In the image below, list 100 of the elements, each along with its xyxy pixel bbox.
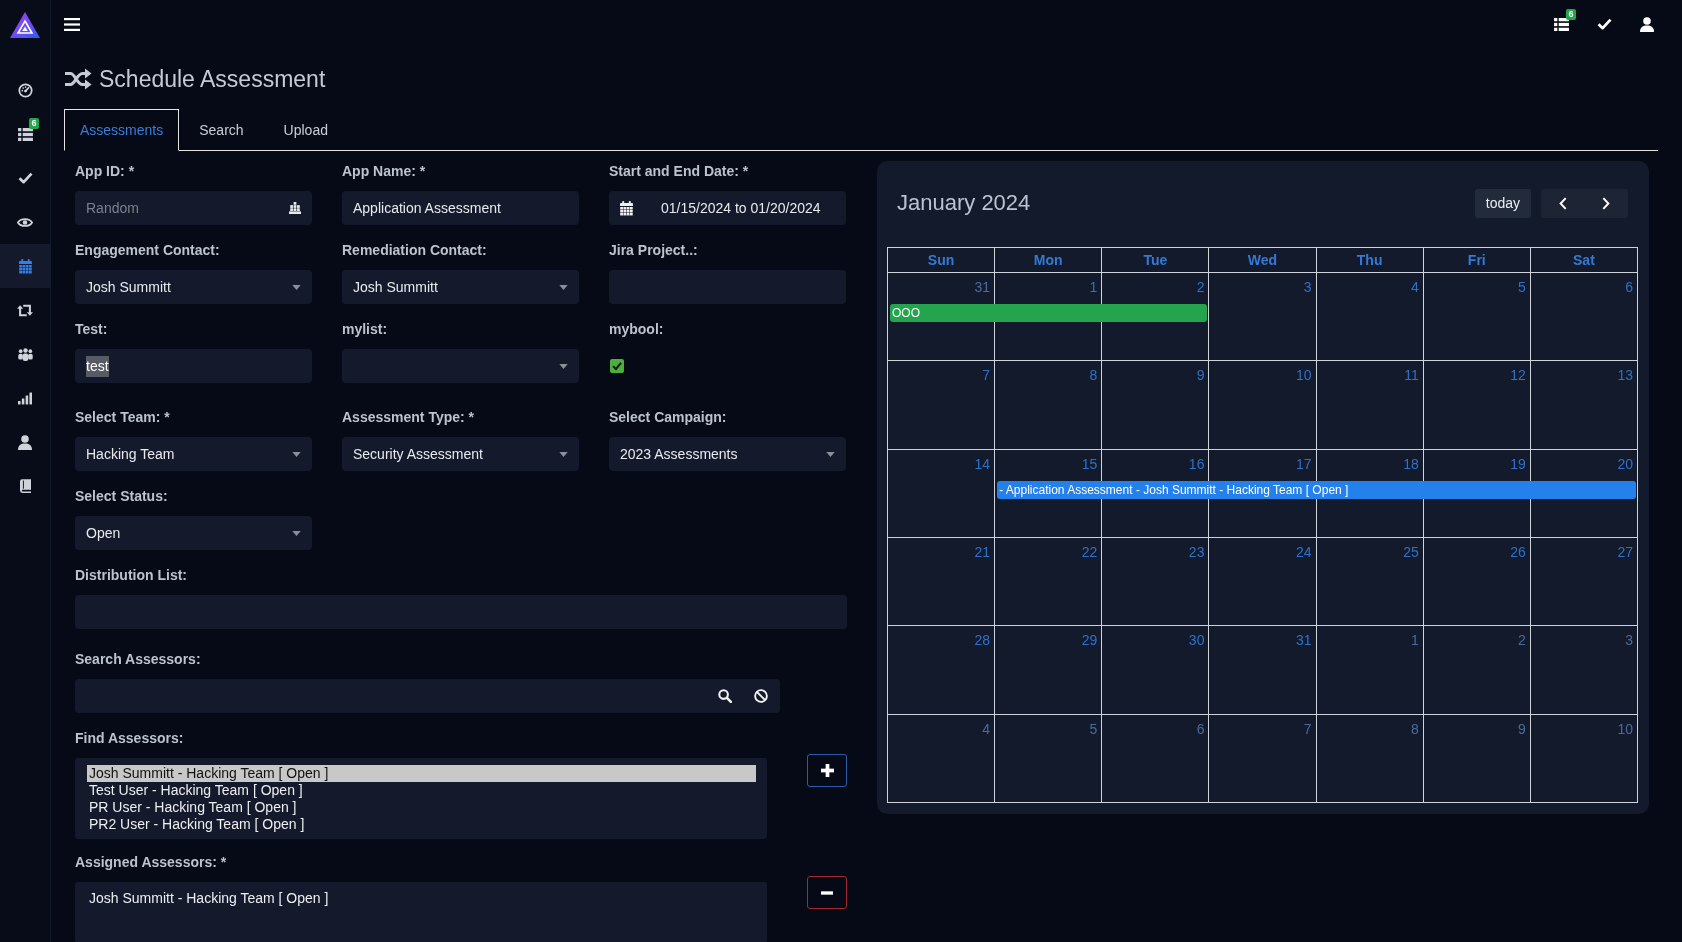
day-number[interactable]: 29 <box>1081 632 1098 649</box>
day-number[interactable]: 12 <box>1510 367 1526 384</box>
day-number[interactable]: 5 <box>1518 279 1526 295</box>
field-label: mybool: <box>609 320 665 339</box>
calendar-icon <box>620 200 633 216</box>
day-number[interactable]: 31 <box>974 279 991 295</box>
blocks-icon[interactable] <box>289 202 301 214</box>
day-number[interactable]: 3 <box>1303 279 1312 295</box>
day-number[interactable]: 19 <box>1510 455 1526 472</box>
notification-count: 6 <box>1566 8 1576 20</box>
day-number[interactable]: 6 <box>1196 720 1205 737</box>
list-option[interactable]: Josh Summitt - Hacking Team [ Open ] <box>87 890 757 907</box>
day-number[interactable]: 17 <box>1296 455 1312 472</box>
list-option[interactable]: Josh Summitt - Hacking Team [ Open ] <box>87 765 757 782</box>
input-field[interactable]: test <box>75 349 312 383</box>
day-number[interactable]: 16 <box>1188 455 1205 472</box>
calendar-event[interactable]: - Application Assessment - Josh Summitt - Hacking Team [ Open ] <box>997 480 1636 499</box>
day-number[interactable]: 23 <box>1188 544 1205 560</box>
triangle-logo[interactable] <box>10 12 40 38</box>
user-icon[interactable] <box>1640 16 1654 32</box>
field-label: Engagement Contact: <box>75 241 221 260</box>
date-range-field[interactable]: 01/15/2024 to 01/20/2024 <box>609 191 846 225</box>
field-label: Assessment Type: * <box>342 408 475 427</box>
input-field[interactable]: Application Assessment <box>342 191 579 225</box>
ban-icon[interactable] <box>754 689 768 703</box>
field-label: Assigned Assessors: * <box>75 853 228 872</box>
day-number[interactable]: 18 <box>1403 455 1419 472</box>
day-number[interactable]: 30 <box>1188 632 1205 649</box>
day-number[interactable]: 28 <box>974 632 991 649</box>
select-field[interactable]: 2023 Assessments <box>609 437 846 471</box>
day-number[interactable]: 14 <box>974 455 991 472</box>
weekday-label: Sat <box>1573 252 1595 268</box>
assessor-list[interactable]: Josh Summitt - Hacking Team [ Open ] <box>75 882 768 942</box>
select-field[interactable]: Security Assessment <box>342 437 579 471</box>
day-number[interactable]: 22 <box>1081 544 1098 560</box>
day-number[interactable]: 7 <box>982 367 991 384</box>
tab[interactable]: Assessments <box>64 109 180 151</box>
input-field[interactable]: Random <box>75 191 312 225</box>
checkbox[interactable] <box>610 359 624 373</box>
field-label: App ID: * <box>75 162 136 181</box>
tab[interactable]: Upload <box>263 109 348 151</box>
day-number[interactable]: 10 <box>1617 720 1633 737</box>
day-number[interactable]: 8 <box>1089 367 1098 384</box>
add-button[interactable] <box>807 754 847 787</box>
day-number[interactable]: 6 <box>1625 279 1633 295</box>
search-icon[interactable] <box>718 689 732 703</box>
caret-icon <box>559 363 568 369</box>
field-label: Find Assessors: <box>75 729 185 748</box>
list-option[interactable]: PR User - Hacking Team [ Open ] <box>87 799 757 816</box>
day-number[interactable]: 10 <box>1296 367 1312 384</box>
list-icon[interactable] <box>1554 17 1569 31</box>
day-number[interactable]: 2 <box>1196 279 1205 295</box>
tab[interactable]: Search <box>179 109 264 151</box>
check-icon[interactable] <box>1597 18 1612 30</box>
day-number[interactable]: 7 <box>1303 720 1312 737</box>
caret-icon <box>559 284 568 290</box>
select-field[interactable] <box>342 349 579 383</box>
day-number[interactable]: 26 <box>1510 544 1526 560</box>
day-number[interactable]: 31 <box>1296 632 1312 649</box>
select-field[interactable]: Josh Summitt <box>75 270 312 304</box>
day-number[interactable]: 15 <box>1081 455 1098 472</box>
day-number[interactable]: 21 <box>974 544 991 560</box>
day-number[interactable]: 1 <box>1410 632 1419 649</box>
day-number[interactable]: 5 <box>1089 720 1098 737</box>
list-option[interactable]: Test User - Hacking Team [ Open ] <box>87 782 757 799</box>
caret-icon <box>292 530 301 536</box>
remove-button[interactable] <box>807 876 847 909</box>
day-number[interactable]: 1 <box>1089 279 1098 295</box>
sidebar-item[interactable]: 6 <box>0 112 50 156</box>
select-field[interactable]: Hacking Team <box>75 437 312 471</box>
day-number[interactable]: 9 <box>1518 720 1526 737</box>
calendar-event[interactable]: OOO <box>890 304 1208 322</box>
day-number[interactable]: 20 <box>1617 455 1633 472</box>
menu-icon[interactable] <box>64 17 80 31</box>
select-field[interactable]: Open <box>75 516 312 550</box>
list-option[interactable]: PR2 User - Hacking Team [ Open ] <box>87 816 757 833</box>
day-number[interactable]: 4 <box>1410 279 1419 295</box>
field-label: App Name: * <box>342 162 427 181</box>
today-button[interactable]: today <box>1474 188 1531 218</box>
repeat-arrows-icon <box>17 303 33 317</box>
day-number[interactable]: 24 <box>1296 544 1312 560</box>
shuffle-icon <box>64 68 92 90</box>
next-button[interactable] <box>1584 188 1628 218</box>
previous-button[interactable] <box>1541 188 1585 218</box>
search-field[interactable] <box>75 679 780 713</box>
day-number[interactable]: 8 <box>1410 720 1419 737</box>
day-number[interactable]: 25 <box>1403 544 1419 560</box>
chevron-right-icon <box>1602 196 1610 210</box>
day-number[interactable]: 9 <box>1196 367 1205 384</box>
assessor-list[interactable]: Josh Summitt - Hacking Team [ Open ] Test User - Hacking Team [ Open ] PR User - Hacking Team [ Open ] PR2 User - Hacking Team [ Open ] <box>75 758 768 839</box>
day-number[interactable]: 11 <box>1404 367 1419 384</box>
day-number[interactable]: 4 <box>982 720 991 737</box>
calendar-icon <box>18 258 32 274</box>
day-number[interactable]: 13 <box>1617 367 1633 384</box>
select-field[interactable]: Josh Summitt <box>342 270 579 304</box>
people-icon <box>16 347 34 361</box>
day-number[interactable]: 2 <box>1518 632 1526 649</box>
weekday-label: Fri <box>1467 252 1486 268</box>
day-number[interactable]: 27 <box>1617 544 1633 560</box>
day-number[interactable]: 3 <box>1625 632 1633 649</box>
